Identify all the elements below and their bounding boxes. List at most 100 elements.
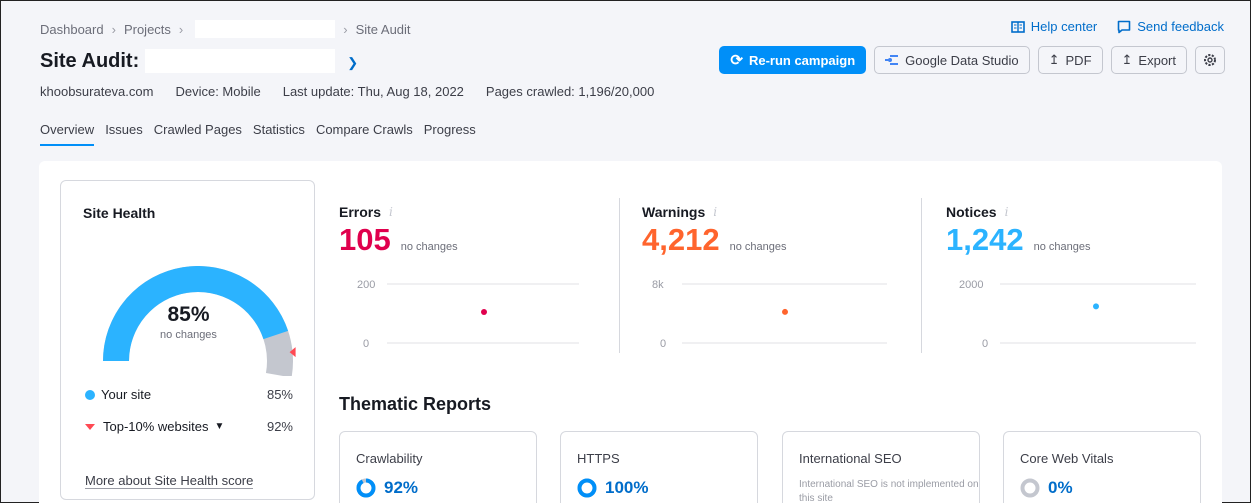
your-site-value: 85%	[266, 387, 293, 402]
legend-your-site: Your site 85%	[85, 387, 293, 402]
title-row: Site Audit: ❯	[40, 49, 358, 73]
top10-value: 92%	[266, 419, 293, 434]
site-health-more-link[interactable]: More about Site Health score	[85, 473, 254, 489]
tab-statistics[interactable]: Statistics	[253, 122, 305, 146]
chevron-right-icon: ›	[111, 21, 116, 37]
notices-count[interactable]: 1,242	[946, 222, 1024, 258]
rerun-campaign-button[interactable]: ⟳ Re-run campaign	[719, 46, 867, 74]
top-links: Help center Send feedback	[1010, 19, 1224, 34]
blue-dot-icon	[85, 389, 95, 400]
refresh-icon: ⟳	[730, 52, 743, 69]
errors-ytick-top: 200	[357, 279, 375, 291]
breadcrumb-current: Site Audit	[355, 21, 411, 37]
chat-bubble-icon	[1117, 20, 1131, 33]
project-domain: khoobsurateva.com	[40, 84, 154, 99]
tab-overview[interactable]: Overview	[40, 122, 95, 146]
errors-trend-chart: 200 0	[357, 279, 579, 350]
report-title: Core Web Vitals	[1020, 451, 1114, 466]
chevron-down-icon: ▼	[214, 421, 225, 432]
notices-ytick-zero: 0	[982, 338, 988, 350]
tab-compare-crawls[interactable]: Compare Crawls	[316, 122, 413, 146]
progress-ring-icon	[1020, 478, 1040, 498]
notices-trend-chart: 2000 0	[959, 279, 1196, 350]
report-card-https[interactable]: HTTPS 100%	[560, 431, 758, 503]
warnings-trend-chart: 8k 0	[652, 279, 887, 350]
warnings-data-point[interactable]	[782, 308, 788, 315]
export-button[interactable]: ↥ Export	[1110, 46, 1187, 74]
project-meta: khoobsurateva.com Device: Mobile Last up…	[40, 84, 654, 99]
chevron-right-icon: ›	[178, 21, 184, 37]
page-title: Site Audit:	[40, 49, 140, 72]
warnings-ytick-top: 8k	[652, 279, 664, 291]
google-data-studio-label: Google Data Studio	[905, 52, 1019, 68]
chevron-right-icon: ›	[343, 21, 348, 37]
warnings-label: Warnings	[642, 204, 706, 220]
report-value: 92%	[384, 478, 419, 497]
tab-issues[interactable]: Issues	[105, 122, 143, 146]
warnings-count[interactable]: 4,212	[642, 222, 720, 258]
overview-panel: Site Health 85% no changes Your site 85%…	[39, 161, 1222, 503]
action-buttons: ⟳ Re-run campaign Google Data Studio ↥ P…	[719, 46, 1225, 74]
report-card-core-web-vitals[interactable]: Core Web Vitals 0%	[1003, 431, 1201, 503]
site-health-title: Site Health	[83, 205, 156, 221]
notices-metric[interactable]: Notices i 1,242 no changes	[946, 204, 1090, 258]
info-icon[interactable]: i	[713, 205, 717, 219]
notices-label: Notices	[946, 204, 997, 220]
report-title: International SEO	[799, 451, 902, 466]
tab-bar: Overview Issues Crawled Pages Statistics…	[40, 122, 476, 146]
pdf-button[interactable]: ↥ PDF	[1037, 46, 1103, 74]
report-value: 0%	[1048, 478, 1073, 497]
your-site-label: Your site	[101, 387, 152, 402]
tab-crawled-pages[interactable]: Crawled Pages	[154, 122, 242, 146]
last-update: Last update: Thu, Aug 18, 2022	[282, 84, 464, 99]
pdf-label: PDF	[1065, 52, 1092, 68]
pages-crawled: Pages crawled: 1,196/20,000	[485, 84, 655, 99]
breadcrumb-project-redacted[interactable]	[195, 20, 336, 38]
errors-data-point[interactable]	[481, 309, 487, 316]
google-data-studio-button[interactable]: Google Data Studio	[874, 46, 1030, 74]
divider	[619, 198, 620, 353]
report-note: International SEO is not implemented on …	[799, 479, 979, 503]
site-health-change: no changes	[160, 329, 217, 341]
legend-top10[interactable]: Top-10% websites ▼ 92%	[85, 419, 293, 434]
tab-progress[interactable]: Progress	[424, 122, 476, 146]
report-title: Crawlability	[356, 451, 423, 466]
upload-icon: ↥	[1121, 52, 1133, 67]
notices-ytick-top: 2000	[959, 279, 983, 291]
info-icon[interactable]: i	[389, 205, 393, 219]
help-center-link[interactable]: Help center	[1010, 19, 1098, 34]
divider	[921, 198, 922, 353]
warnings-change: no changes	[729, 241, 787, 253]
notices-data-point[interactable]	[1093, 303, 1099, 310]
device-info: Device: Mobile	[175, 84, 261, 99]
report-card-crawlability[interactable]: Crawlability 92%	[339, 431, 537, 503]
site-health-percent: 85%	[167, 303, 210, 326]
breadcrumb-dashboard[interactable]: Dashboard	[40, 22, 104, 37]
errors-ytick-zero: 0	[363, 338, 369, 350]
report-value: 100%	[605, 478, 649, 497]
errors-label: Errors	[339, 204, 382, 220]
warnings-ytick-zero: 0	[660, 338, 666, 350]
export-label: Export	[1138, 52, 1176, 68]
send-feedback-link[interactable]: Send feedback	[1117, 19, 1224, 34]
info-icon[interactable]: i	[1005, 205, 1009, 219]
thematic-reports-title: Thematic Reports	[339, 394, 492, 414]
report-card-international-seo[interactable]: International SEO International SEO is n…	[782, 431, 980, 503]
breadcrumb: Dashboard › Projects › › Site Audit	[40, 20, 411, 38]
breadcrumb-projects[interactable]: Projects	[124, 22, 171, 37]
settings-button[interactable]	[1195, 46, 1225, 74]
errors-metric[interactable]: Errors i 105 no changes	[339, 204, 458, 258]
project-name-redacted[interactable]	[145, 49, 336, 73]
errors-change: no changes	[400, 241, 458, 253]
errors-count[interactable]: 105	[339, 222, 391, 258]
progress-ring-icon	[356, 478, 376, 498]
notices-change: no changes	[1033, 241, 1091, 253]
chevron-down-icon[interactable]: ❯	[347, 55, 358, 71]
data-studio-icon	[885, 55, 899, 65]
rerun-campaign-label: Re-run campaign	[748, 52, 856, 68]
send-feedback-label: Send feedback	[1137, 19, 1224, 34]
top10-label: Top-10% websites	[103, 419, 209, 434]
red-triangle-icon	[85, 423, 95, 430]
warnings-metric[interactable]: Warnings i 4,212 no changes	[642, 204, 786, 258]
help-center-label: Help center	[1030, 19, 1098, 34]
